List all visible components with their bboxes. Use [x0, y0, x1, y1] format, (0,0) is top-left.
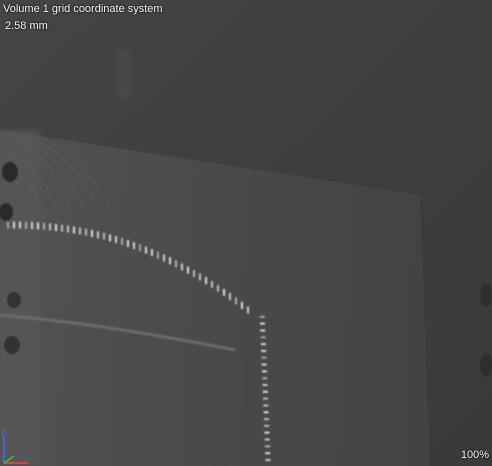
bead-mark [265, 445, 270, 448]
bead-mark [67, 225, 69, 233]
bead-mark [151, 249, 153, 257]
volume-slice-image [0, 0, 492, 466]
bead-mark [19, 221, 21, 229]
bead-mark [187, 266, 189, 274]
zoom-level-label: 100% [460, 449, 489, 461]
bead-mark [13, 221, 15, 229]
bead-mark [262, 377, 268, 380]
bead-mark [139, 244, 141, 252]
bead-mark [157, 251, 159, 259]
bead-mark [260, 336, 266, 339]
bead-mark [217, 284, 219, 292]
bead-mark [163, 254, 165, 262]
bead-mark [61, 224, 63, 232]
bead-mark [264, 438, 270, 441]
bead-mark [103, 232, 105, 240]
bead-mark [109, 234, 111, 242]
bead-mark [247, 306, 249, 314]
bead-mark [85, 228, 87, 236]
bead-mark [223, 288, 225, 296]
bead-mark [261, 356, 267, 359]
bead-mark [199, 273, 201, 281]
bead-mark [115, 236, 117, 244]
bead-mark [264, 424, 270, 427]
bead-mark [265, 459, 271, 461]
bead-mark [262, 390, 268, 393]
bead-mark [43, 222, 45, 230]
bead-mark [121, 238, 123, 245]
bead-mark [7, 221, 9, 229]
bead-mark [235, 297, 237, 305]
z-axis-label: z [1, 427, 6, 437]
bead-mark [263, 411, 269, 414]
bead-mark [261, 363, 267, 366]
bead-mark [229, 293, 231, 301]
bead-mark [262, 384, 268, 386]
volume-title-label: Volume 1 grid coordinate system [3, 3, 163, 15]
bead-mark [175, 260, 177, 268]
bead-mark [263, 397, 268, 400]
bead-mark [145, 246, 147, 254]
bead-mark [261, 349, 267, 352]
bead-mark [49, 223, 51, 231]
bead-mark [241, 301, 243, 309]
axis-orientation-widget: z [1, 427, 28, 464]
bead-mark [205, 277, 207, 285]
bead-mark [37, 222, 39, 230]
bead-mark [73, 226, 75, 234]
y-axis-line [3, 455, 15, 464]
bead-mark [181, 263, 183, 271]
bead-mark [263, 418, 269, 421]
bead-mark [169, 257, 171, 265]
bead-mark [260, 322, 265, 325]
bead-mark [265, 452, 271, 455]
bead-mark [133, 242, 135, 250]
bead-mark [97, 231, 99, 239]
bead-mark [259, 315, 265, 318]
bead-mark [211, 280, 213, 288]
bead-mark [127, 240, 129, 247]
bead-mark [31, 222, 33, 229]
bead-mark [79, 227, 81, 235]
bead-mark [91, 229, 93, 237]
bead-mark [25, 221, 27, 229]
bead-mark [264, 431, 270, 434]
bead-mark [55, 224, 57, 231]
volume-viewport[interactable]: Volume 1 grid coordinate system 2.58 mm … [0, 0, 492, 466]
scale-label: 2.58 mm [5, 20, 48, 32]
bead-mark [260, 343, 266, 346]
bead-mark [260, 329, 266, 332]
bead-mark [193, 270, 195, 277]
bead-mark [263, 404, 269, 407]
bead-mark [262, 370, 267, 373]
